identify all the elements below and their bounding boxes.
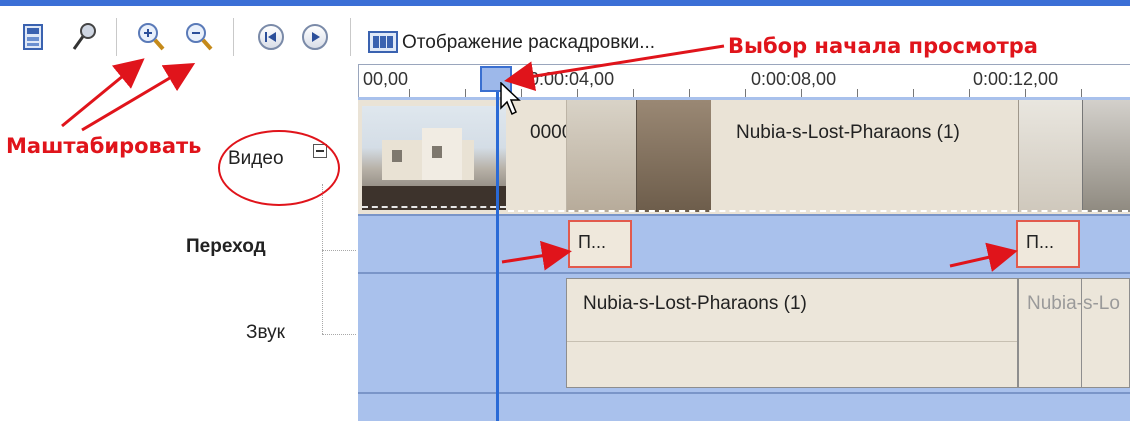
annotation-arrows [61, 44, 1018, 272]
annotation-start-point: Выбор начала просмотра [728, 34, 1038, 58]
annotation-zoom: Маштабировать [6, 134, 202, 158]
